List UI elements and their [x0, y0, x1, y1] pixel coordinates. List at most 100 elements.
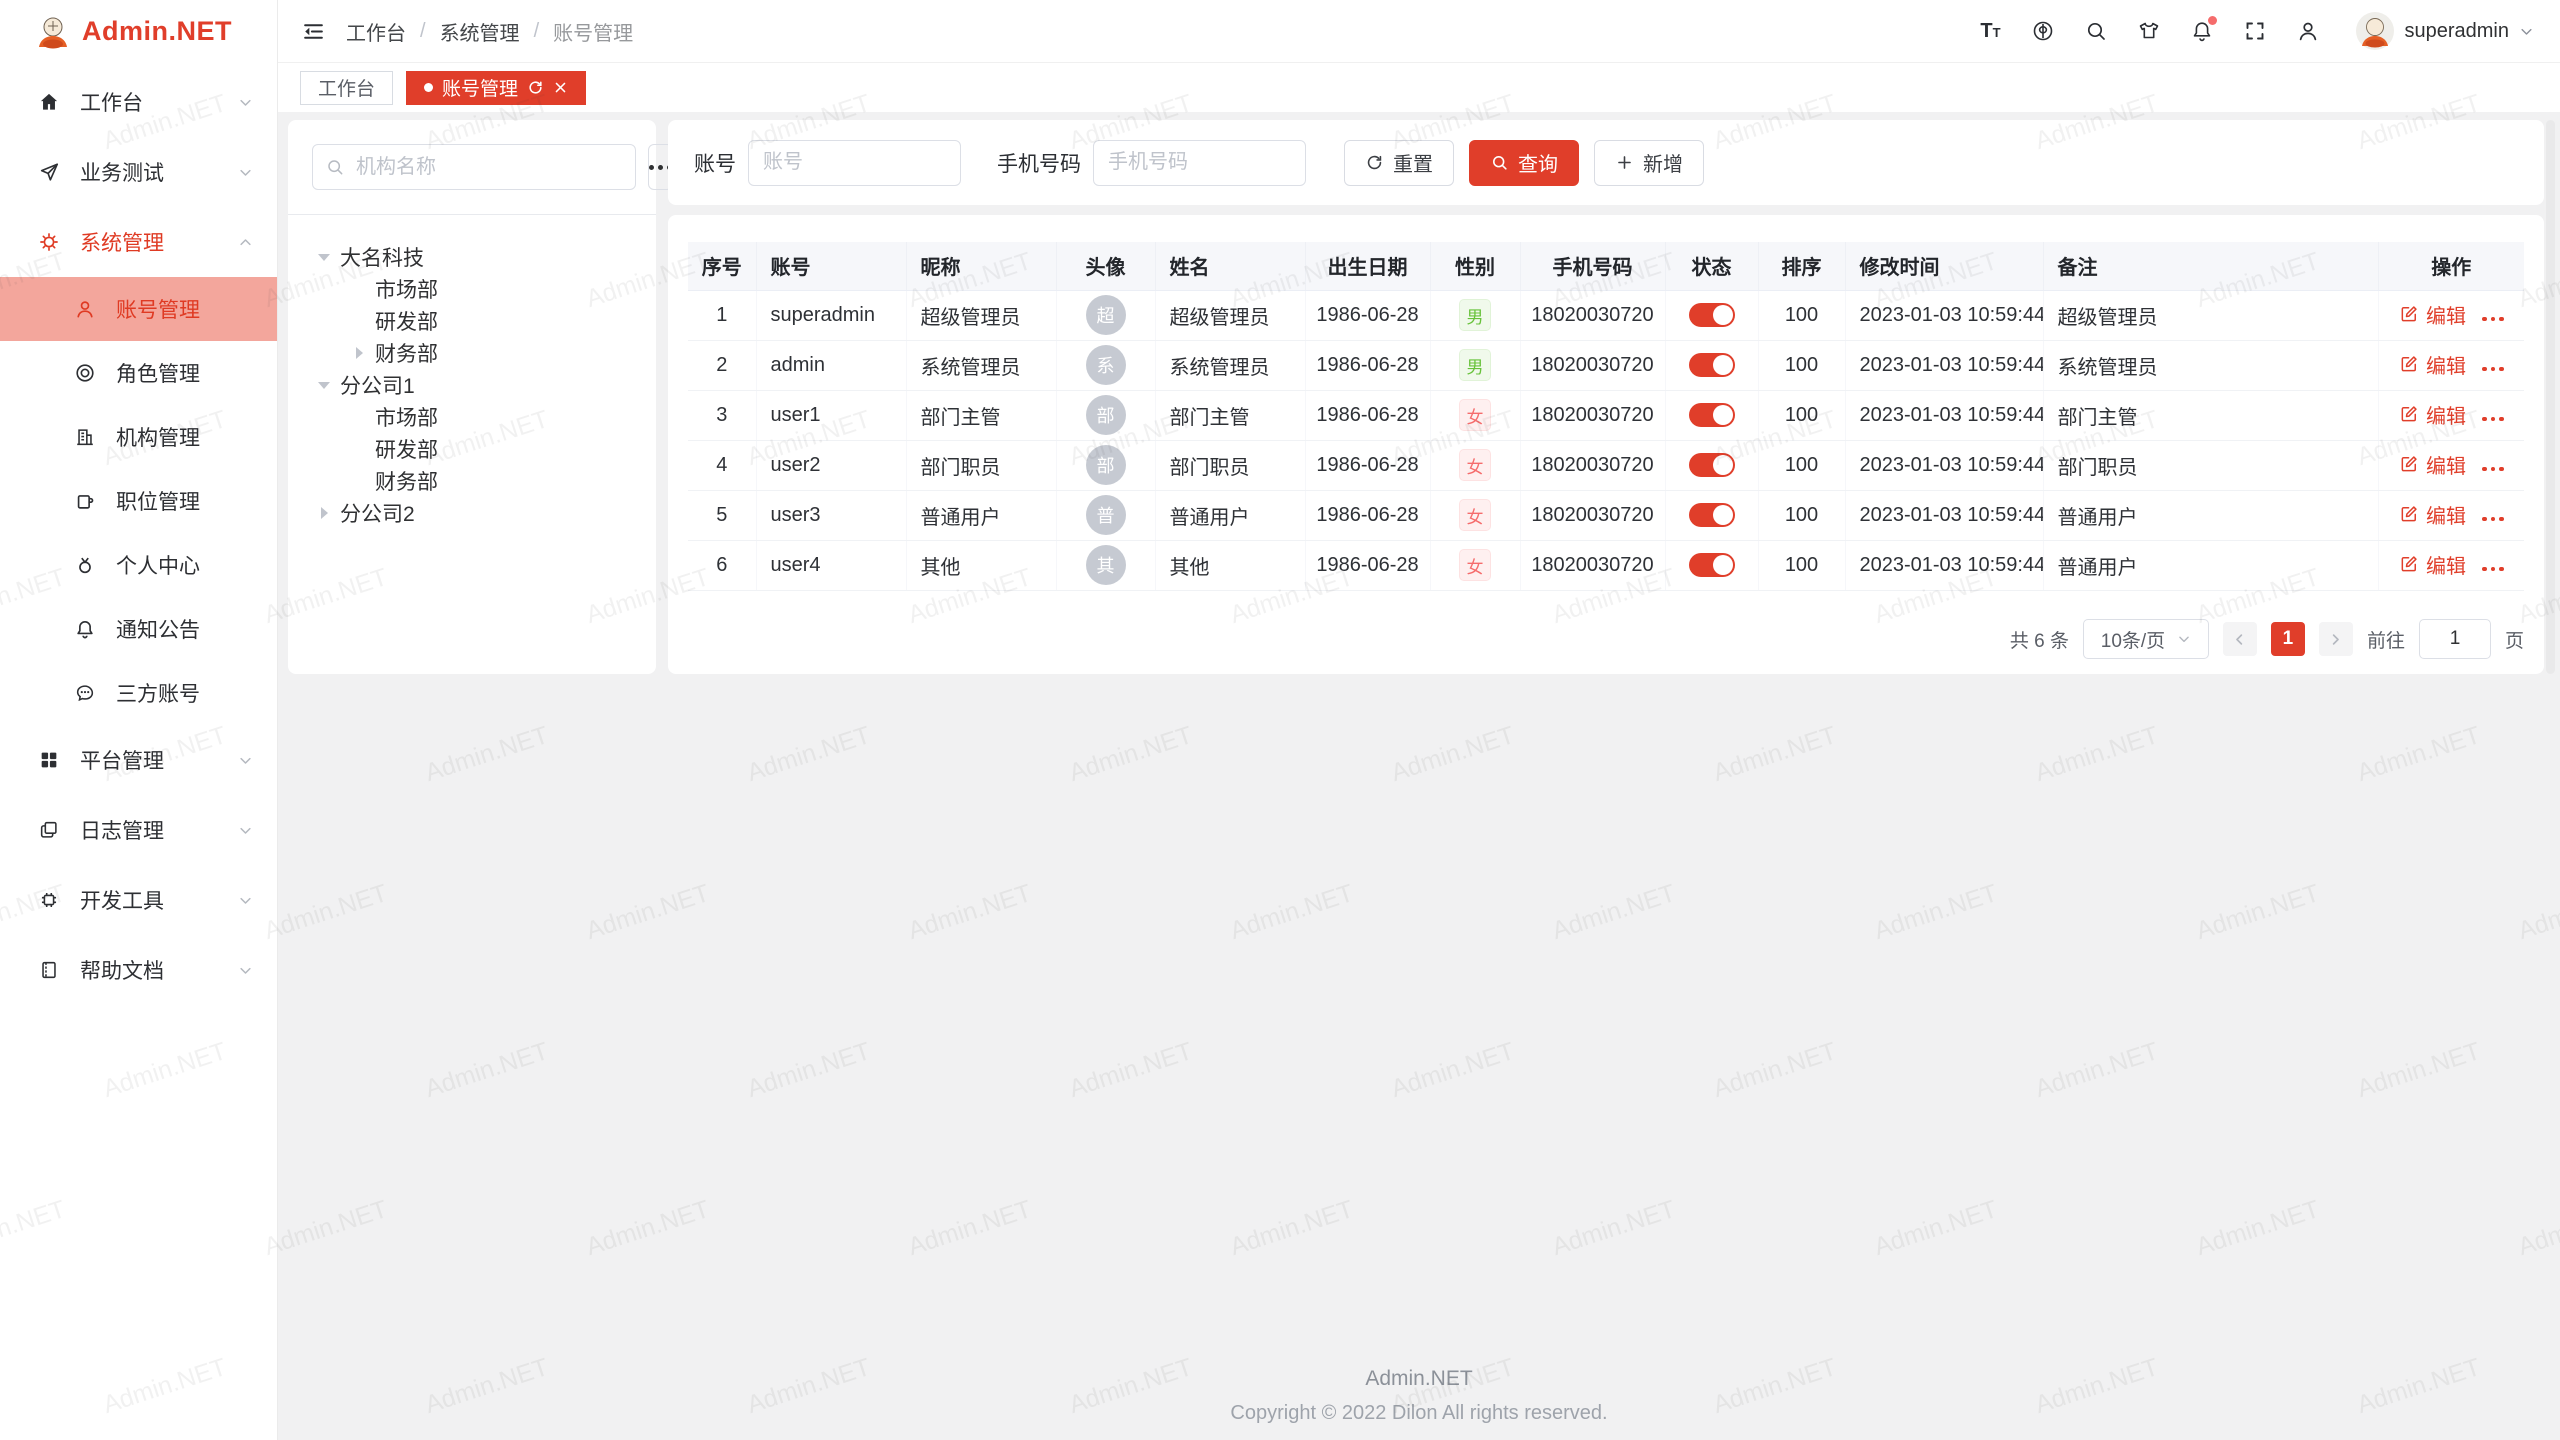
cell-name: 其他: [1155, 540, 1305, 590]
row-more-button[interactable]: [2482, 317, 2504, 322]
tree-node[interactable]: 大名科技: [312, 241, 632, 273]
edit-button[interactable]: 编辑: [2399, 400, 2466, 429]
language-icon[interactable]: [2030, 18, 2056, 44]
tree-node[interactable]: 财务部: [312, 465, 632, 497]
sidebar-item-user-center[interactable]: 个人中心: [0, 533, 277, 597]
tree-node[interactable]: 研发部: [312, 305, 632, 337]
status-toggle[interactable]: [1689, 303, 1735, 327]
account-input[interactable]: [748, 140, 961, 186]
tree-node[interactable]: 分公司1: [312, 369, 632, 401]
sidebar-item-system[interactable]: 系统管理: [0, 207, 277, 277]
edit-button[interactable]: 编辑: [2399, 350, 2466, 379]
refresh-icon: [1365, 153, 1384, 172]
cell-birthday: 1986-06-28: [1305, 340, 1430, 390]
caret-down-icon[interactable]: [318, 254, 330, 267]
cell-nickname: 部门职员: [906, 440, 1056, 490]
col-status: 状态: [1665, 242, 1758, 290]
query-label: 查询: [1518, 148, 1558, 177]
cell-modified: 2023-01-03 10:59:44: [1845, 440, 2043, 490]
cell-account: user1: [756, 390, 906, 440]
tree-node[interactable]: 分公司2: [312, 497, 632, 529]
brand-logo[interactable]: Admin.NET: [0, 0, 277, 63]
cell-sort: 100: [1758, 290, 1845, 340]
sidebar-item-help-docs[interactable]: 帮助文档: [0, 935, 277, 1005]
row-more-button[interactable]: [2482, 367, 2504, 372]
sidebar-item-label: 职位管理: [116, 486, 200, 516]
fullscreen-icon[interactable]: [2242, 18, 2268, 44]
status-toggle[interactable]: [1689, 403, 1735, 427]
sidebar-item-logs[interactable]: 日志管理: [0, 795, 277, 865]
tree-node[interactable]: 财务部: [312, 337, 632, 369]
next-page-button[interactable]: [2319, 622, 2353, 656]
page-size-select[interactable]: 10条/页: [2083, 619, 2209, 659]
tab-accounts-active[interactable]: 账号管理: [406, 71, 586, 105]
sidebar-item-organizations[interactable]: 机构管理: [0, 405, 277, 469]
main-region: 工作台 / 系统管理 / 账号管理 TT: [278, 0, 2560, 1440]
phone-input[interactable]: [1093, 140, 1306, 186]
status-toggle[interactable]: [1689, 453, 1735, 477]
breadcrumb-workbench[interactable]: 工作台: [346, 17, 406, 46]
edit-button[interactable]: 编辑: [2399, 450, 2466, 479]
sidebar-item-business-test[interactable]: 业务测试: [0, 137, 277, 207]
status-toggle[interactable]: [1689, 353, 1735, 377]
row-more-button[interactable]: [2482, 567, 2504, 572]
font-size-icon[interactable]: TT: [1977, 18, 2003, 44]
tree-node[interactable]: 市场部: [312, 273, 632, 305]
breadcrumb-system[interactable]: 系统管理: [440, 17, 520, 46]
sidebar-item-roles[interactable]: 角色管理: [0, 341, 277, 405]
row-more-button[interactable]: [2482, 417, 2504, 422]
edit-button[interactable]: 编辑: [2399, 500, 2466, 529]
edit-label: 编辑: [2426, 450, 2466, 479]
cell-account: user4: [756, 540, 906, 590]
prev-page-button[interactable]: [2223, 622, 2257, 656]
sidebar-item-notices[interactable]: 通知公告: [0, 597, 277, 661]
reset-button[interactable]: 重置: [1344, 140, 1454, 186]
sidebar-item-positions[interactable]: 职位管理: [0, 469, 277, 533]
user-menu[interactable]: superadmin: [2356, 12, 2534, 50]
search-icon: [325, 157, 345, 177]
sidebar-item-workbench[interactable]: 工作台: [0, 67, 277, 137]
cell-phone: 18020030720: [1520, 490, 1665, 540]
search-icon[interactable]: [2083, 18, 2109, 44]
brand-title: Admin.NET: [82, 16, 232, 47]
sidebar-item-platform[interactable]: 平台管理: [0, 725, 277, 795]
caret-right-icon[interactable]: [321, 507, 334, 519]
footer: Admin.NET Copyright © 2022 Dilon All rig…: [278, 1362, 2560, 1430]
row-more-button[interactable]: [2482, 517, 2504, 522]
tree-node[interactable]: 研发部: [312, 433, 632, 465]
edit-button[interactable]: 编辑: [2399, 550, 2466, 579]
avatar: 超: [1086, 295, 1126, 335]
cell-name: 部门主管: [1155, 390, 1305, 440]
edit-button[interactable]: 编辑: [2399, 300, 2466, 329]
status-toggle[interactable]: [1689, 553, 1735, 577]
org-search-input[interactable]: [354, 155, 623, 180]
tab-close-icon[interactable]: [553, 80, 568, 95]
caret-right-icon[interactable]: [356, 347, 369, 359]
breadcrumb-separator: /: [534, 20, 540, 43]
current-page-button[interactable]: 1: [2271, 622, 2305, 656]
tab-workbench[interactable]: 工作台: [300, 71, 393, 105]
cell-sort: 100: [1758, 490, 1845, 540]
menu-fold-icon[interactable]: [300, 18, 326, 44]
sidebar-item-dev-tools[interactable]: 开发工具: [0, 865, 277, 935]
goto-page-input[interactable]: [2419, 619, 2491, 659]
tree-node[interactable]: 市场部: [312, 401, 632, 433]
query-button[interactable]: 查询: [1469, 140, 1579, 186]
sidebar-item-third-party-accounts[interactable]: 三方账号: [0, 661, 277, 725]
notifications-bell-icon[interactable]: [2189, 18, 2215, 44]
add-button[interactable]: 新增: [1594, 140, 1704, 186]
scrollbar[interactable]: [2546, 120, 2555, 674]
cell-account: admin: [756, 340, 906, 390]
sidebar-item-accounts[interactable]: 账号管理: [0, 277, 277, 341]
row-more-button[interactable]: [2482, 467, 2504, 472]
topbar-actions: TT: [1977, 12, 2534, 50]
org-search-box: [312, 144, 636, 190]
profile-person-icon[interactable]: [2295, 18, 2321, 44]
theme-shirt-icon[interactable]: [2136, 18, 2162, 44]
tab-refresh-icon[interactable]: [527, 79, 544, 96]
col-modified: 修改时间: [1845, 242, 2043, 290]
cell-nickname: 普通用户: [906, 490, 1056, 540]
caret-down-icon[interactable]: [318, 382, 330, 395]
cell-no: 3: [688, 390, 756, 440]
status-toggle[interactable]: [1689, 503, 1735, 527]
